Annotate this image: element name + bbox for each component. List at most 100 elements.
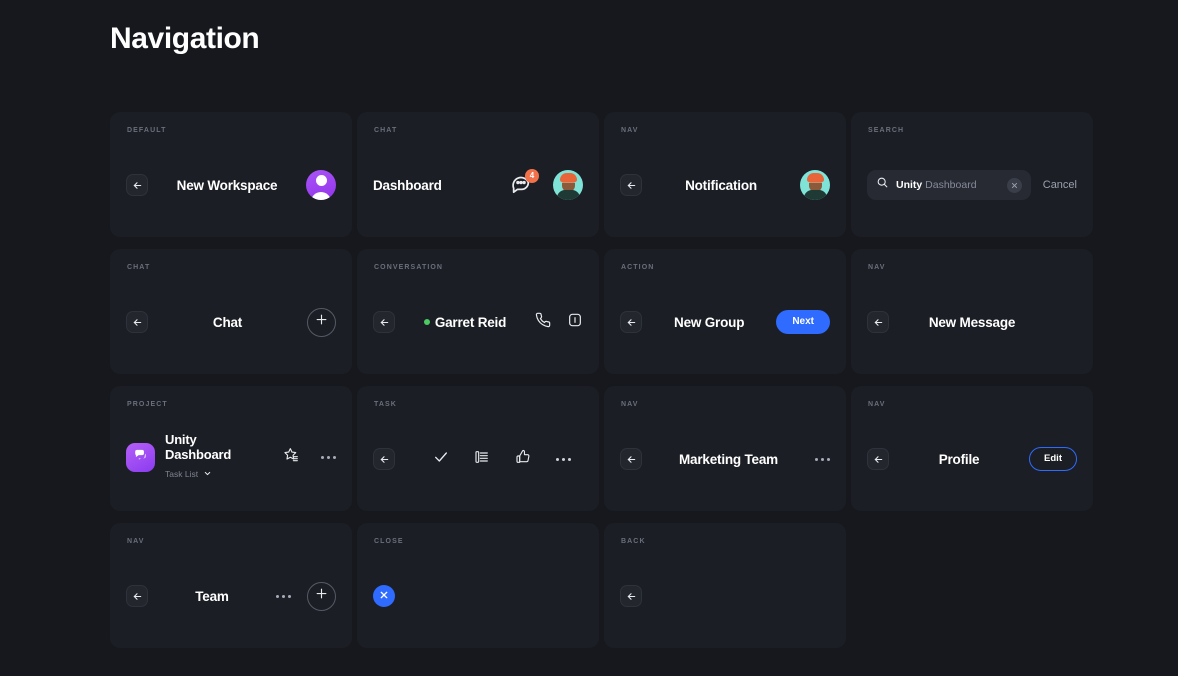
card-tag: NAV [868,264,886,271]
project-title: Unity Dashboard [165,431,232,462]
arrow-left-icon [379,317,390,328]
card-tag: NAV [621,127,639,134]
page-title: Navigation [110,22,260,55]
card-task: TASK [357,386,599,511]
complete-task-button[interactable] [433,449,449,470]
plus-icon [314,312,329,332]
card-tag: CHAT [374,127,398,134]
chat-bubble-icon [510,176,532,198]
card-tag: NAV [621,401,639,408]
kanban-list-icon [474,449,490,470]
back-button[interactable] [126,174,148,196]
card-title: Marketing Team [679,451,778,467]
check-icon [433,449,449,470]
avatar[interactable] [553,170,583,200]
card-title: New Group [674,314,745,330]
navbar-default-workspace: New Workspace [110,156,352,214]
more-options-button[interactable] [276,594,291,598]
card-title: Chat [212,314,243,330]
back-button[interactable] [126,311,148,333]
back-button[interactable] [620,585,642,607]
card-title: Team [195,588,229,604]
more-horizontal-icon [815,457,818,461]
card-tag: DEFAULT [127,127,167,134]
arrow-left-icon [626,317,637,328]
navbar-task [357,430,599,488]
card-title: Dashboard [373,177,442,193]
avatar[interactable] [306,170,336,200]
back-button[interactable] [620,311,642,333]
back-button[interactable] [867,311,889,333]
back-button[interactable] [373,448,395,470]
like-button[interactable] [515,449,531,470]
plus-icon [314,586,329,606]
back-button[interactable] [373,311,395,333]
chevron-down-icon [203,465,212,483]
messages-button[interactable]: 4 [510,169,539,198]
phone-icon [535,312,551,333]
project-subtitle: Task List [165,468,199,479]
star-list-icon [283,447,299,468]
navbar-chat: Chat [110,293,352,351]
edit-button[interactable]: Edit [1029,447,1077,471]
back-button[interactable] [620,448,642,470]
add-chat-button[interactable] [307,307,336,337]
navbar-new-message: New Message [851,293,1093,351]
navbar-project: Unity Dashboard Task List [110,426,352,488]
navbar-back [604,567,846,625]
more-horizontal-icon [321,455,324,459]
card-tag: BACK [621,538,646,545]
card-nav-marketing-team: NAV Marketing Team [604,386,846,511]
cancel-button[interactable]: Cancel [1043,179,1077,191]
card-nav-new-message: NAV New Message [851,249,1093,374]
add-member-button[interactable] [307,581,336,611]
card-nav-profile: NAV Profile Edit [851,386,1093,511]
layers-chat-icon [133,447,148,467]
project-text-group: Unity Dashboard Task List [165,432,263,483]
close-icon [379,587,389,605]
navbar-chat-dashboard: Dashboard 4 [357,156,599,214]
more-options-button[interactable] [555,457,571,461]
navbar-profile: Profile Edit [851,430,1093,488]
back-button[interactable] [867,448,889,470]
status-badge: 4 [525,169,539,183]
card-chat: CHAT Chat [110,249,352,374]
project-subtitle-row[interactable]: Task List [165,465,263,483]
card-tag: PROJECT [127,401,168,408]
clear-search-button[interactable] [1006,177,1022,193]
card-conversation: CONVERSATION Garret Reid [357,249,599,374]
avatar[interactable] [800,170,830,200]
navbar-close [357,567,599,625]
card-tag: CLOSE [374,538,404,545]
more-horizontal-icon [276,594,279,598]
task-list-button[interactable] [474,449,490,470]
search-input[interactable]: Unity Dashboard [867,170,1031,200]
card-title: Profile [938,451,980,467]
next-button[interactable]: Next [776,310,830,334]
card-action-new-group: ACTION New Group Next [604,249,846,374]
arrow-left-icon [132,591,143,602]
search-icon [876,176,889,194]
navbar-notification: Notification [604,156,846,214]
navbar-search: Unity Dashboard Cancel [851,156,1093,214]
card-project: PROJECT Unity Dashboard Task List [110,386,352,511]
video-button[interactable] [567,312,583,333]
close-button[interactable] [373,585,395,607]
card-tag: SEARCH [868,127,905,134]
favorite-button[interactable] [283,447,299,468]
card-tag: TASK [374,401,397,408]
card-close: CLOSE [357,523,599,648]
online-status-dot [423,319,430,325]
card-nav-team: NAV Team [110,523,352,648]
card-tag: CONVERSATION [374,264,444,271]
more-options-button[interactable] [321,455,336,459]
call-button[interactable] [535,312,551,333]
back-button[interactable] [620,174,642,196]
back-button[interactable] [126,585,148,607]
more-options-button[interactable] [815,457,830,461]
navbar-conversation: Garret Reid [357,293,599,351]
task-action-icons [395,449,583,470]
card-chat-dashboard: CHAT Dashboard 4 [357,112,599,237]
thumbs-up-icon [515,449,531,470]
project-avatar[interactable] [126,442,155,472]
